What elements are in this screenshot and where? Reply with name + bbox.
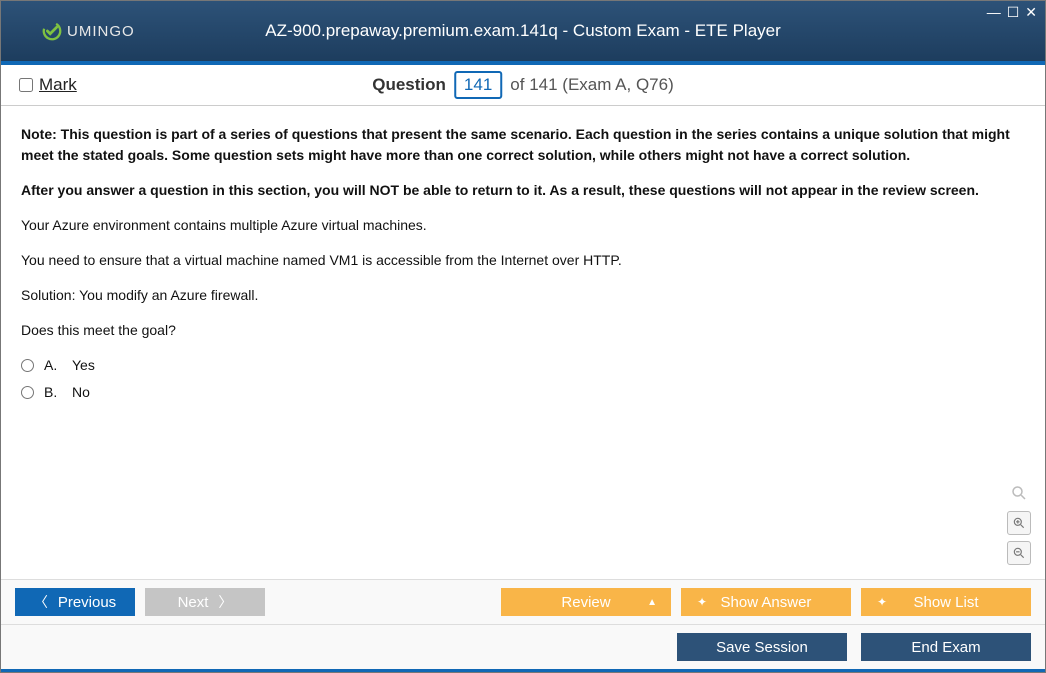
bottom-accent-strip	[1, 669, 1045, 672]
end-exam-label: End Exam	[911, 639, 980, 656]
app-logo: UMINGO	[41, 20, 135, 42]
save-session-button[interactable]: Save Session	[677, 633, 847, 661]
show-answer-label: Show Answer	[721, 594, 812, 611]
list-icon: ✦	[877, 595, 887, 609]
question-number-display: Question 141 of 141 (Exam A, Q76)	[372, 71, 674, 99]
end-exam-button[interactable]: End Exam	[861, 633, 1031, 661]
scenario-line-2: You need to ensure that a virtual machin…	[21, 250, 1025, 271]
show-list-label: Show List	[913, 594, 978, 611]
review-button[interactable]: Review ▲	[501, 588, 671, 616]
checkmark-logo-icon	[41, 20, 63, 42]
window-title: AZ-900.prepaway.premium.exam.141q - Cust…	[265, 21, 781, 41]
logo-text: UMINGO	[67, 23, 135, 40]
zoom-in-icon[interactable]	[1007, 511, 1031, 535]
minimize-icon[interactable]: —	[987, 5, 1001, 19]
chevron-right-icon: 〉	[218, 592, 232, 612]
titlebar: UMINGO AZ-900.prepaway.premium.exam.141q…	[1, 1, 1045, 61]
current-question-number: 141	[454, 71, 502, 99]
chevron-left-icon: 〈	[34, 592, 48, 612]
question-total: of 141 (Exam A, Q76)	[510, 75, 673, 95]
zoom-toolbar	[1007, 481, 1031, 565]
show-list-button[interactable]: ✦ Show List	[861, 588, 1031, 616]
option-b-letter: B.	[44, 382, 62, 403]
window-controls: — ☐ ✕	[987, 5, 1037, 19]
option-b-text: No	[72, 382, 90, 403]
review-label: Review	[561, 594, 610, 611]
navigation-footer: 〈 Previous Next 〉 Review ▲ ✦ Show Answer…	[1, 579, 1045, 624]
question-word: Question	[372, 75, 446, 95]
next-label: Next	[178, 594, 209, 611]
answer-options: A. Yes B. No	[21, 355, 1025, 403]
zoom-out-icon[interactable]	[1007, 541, 1031, 565]
triangle-up-icon: ▲	[647, 597, 657, 608]
puzzle-icon: ✦	[697, 595, 707, 609]
save-session-label: Save Session	[716, 639, 808, 656]
previous-button[interactable]: 〈 Previous	[15, 588, 135, 616]
session-footer: Save Session End Exam	[1, 624, 1045, 669]
scenario-line-3: Solution: You modify an Azure firewall.	[21, 285, 1025, 306]
mark-checkbox[interactable]	[19, 78, 33, 92]
option-a[interactable]: A. Yes	[21, 355, 1025, 376]
question-header: Mark Question 141 of 141 (Exam A, Q76)	[1, 65, 1045, 106]
close-icon[interactable]: ✕	[1025, 5, 1037, 19]
next-button[interactable]: Next 〉	[145, 588, 265, 616]
mark-label: Mark	[39, 75, 77, 95]
option-a-radio[interactable]	[21, 359, 34, 372]
option-b-radio[interactable]	[21, 386, 34, 399]
scenario-line-1: Your Azure environment contains multiple…	[21, 215, 1025, 236]
mark-checkbox-wrap[interactable]: Mark	[19, 75, 77, 95]
note-paragraph-1: Note: This question is part of a series …	[21, 124, 1025, 166]
note-paragraph-2: After you answer a question in this sect…	[21, 180, 1025, 201]
show-answer-button[interactable]: ✦ Show Answer	[681, 588, 851, 616]
scenario-line-4: Does this meet the goal?	[21, 320, 1025, 341]
search-icon[interactable]	[1007, 481, 1031, 505]
option-b[interactable]: B. No	[21, 382, 1025, 403]
previous-label: Previous	[58, 594, 116, 611]
question-content: Note: This question is part of a series …	[1, 106, 1045, 579]
option-a-text: Yes	[72, 355, 95, 376]
option-a-letter: A.	[44, 355, 62, 376]
maximize-icon[interactable]: ☐	[1007, 5, 1020, 19]
